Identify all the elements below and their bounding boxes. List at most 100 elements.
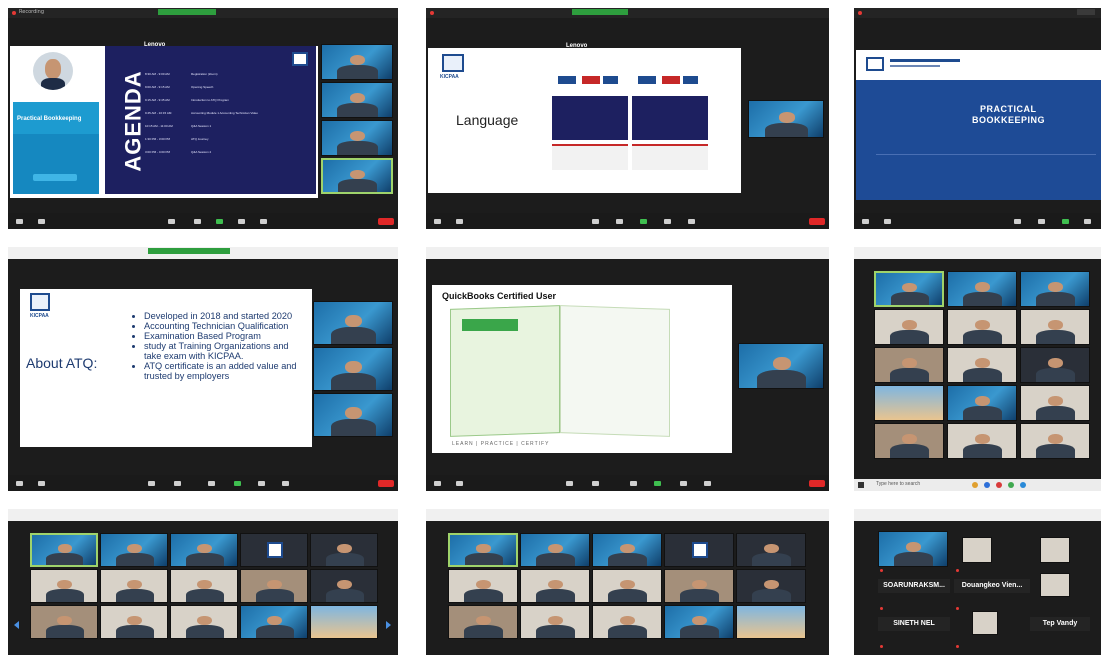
video-tile[interactable] [947, 271, 1017, 307]
video-tile[interactable] [947, 423, 1017, 459]
video-tile[interactable] [310, 605, 378, 639]
video-tile[interactable] [874, 385, 944, 421]
participants-icon[interactable] [174, 481, 181, 486]
participant-name-tile[interactable]: Tep Vandy [1030, 617, 1090, 631]
video-tile[interactable] [736, 533, 806, 567]
video-tile[interactable] [448, 605, 518, 639]
share-screen-icon[interactable] [654, 481, 661, 486]
video-tile[interactable] [448, 533, 518, 567]
video-icon[interactable] [884, 219, 891, 224]
video-tile[interactable] [874, 271, 944, 307]
video-tile[interactable] [1020, 423, 1090, 459]
video-icon[interactable] [456, 219, 463, 224]
video-tile[interactable] [736, 605, 806, 639]
taskbar-app-icon[interactable] [1020, 482, 1026, 488]
video-tile-logo[interactable] [240, 533, 308, 567]
chat-icon[interactable] [208, 481, 215, 486]
end-meeting-button[interactable] [809, 480, 825, 487]
participants-icon[interactable] [168, 219, 175, 224]
video-tile[interactable] [321, 82, 393, 118]
video-tile[interactable] [947, 309, 1017, 345]
video-tile[interactable] [100, 533, 168, 567]
video-tile[interactable] [1020, 385, 1090, 421]
video-icon[interactable] [38, 481, 45, 486]
taskbar-app-icon[interactable] [1008, 482, 1014, 488]
participant-name-tile[interactable]: Douangkeo Vien... [954, 579, 1030, 593]
record-icon[interactable] [1084, 219, 1091, 224]
sharing-banner[interactable] [148, 248, 230, 254]
video-tile[interactable] [874, 347, 944, 383]
end-meeting-button[interactable] [378, 480, 394, 487]
taskbar-app-icon[interactable] [996, 482, 1002, 488]
video-tile-active-speaker[interactable] [748, 100, 824, 138]
video-tile[interactable] [310, 569, 378, 603]
register-button[interactable] [33, 174, 77, 181]
participants-icon[interactable] [592, 219, 599, 224]
share-screen-icon[interactable] [234, 481, 241, 486]
chat-icon[interactable] [630, 481, 637, 486]
video-tile-active-speaker[interactable] [321, 158, 393, 194]
video-tile[interactable] [321, 120, 393, 156]
video-tile[interactable] [1040, 537, 1070, 563]
record-icon[interactable] [258, 481, 265, 486]
video-tile[interactable] [1020, 271, 1090, 307]
video-icon[interactable] [38, 219, 45, 224]
video-tile[interactable] [878, 531, 948, 567]
video-tile[interactable] [1020, 347, 1090, 383]
video-tile-active-speaker[interactable] [738, 343, 824, 389]
record-icon[interactable] [680, 481, 687, 486]
video-icon[interactable] [456, 481, 463, 486]
video-tile[interactable] [874, 423, 944, 459]
end-meeting-button[interactable] [809, 218, 825, 225]
mute-icon[interactable] [862, 219, 869, 224]
taskbar-app-icon[interactable] [972, 482, 978, 488]
video-tile[interactable] [520, 533, 590, 567]
video-tile[interactable] [321, 44, 393, 80]
video-tile[interactable] [520, 569, 590, 603]
video-tile[interactable] [170, 605, 238, 639]
reactions-icon[interactable] [260, 219, 267, 224]
video-tile[interactable] [972, 611, 998, 635]
video-tile-logo[interactable] [664, 533, 734, 567]
video-tile[interactable] [1040, 573, 1070, 597]
prev-page-arrow[interactable] [14, 621, 19, 629]
taskbar-app-icon[interactable] [984, 482, 990, 488]
video-tile[interactable] [962, 537, 992, 563]
record-icon[interactable] [238, 219, 245, 224]
mute-icon[interactable] [16, 219, 23, 224]
video-tile[interactable] [313, 393, 393, 437]
share-screen-icon[interactable] [216, 219, 223, 224]
reactions-icon[interactable] [688, 219, 695, 224]
video-tile[interactable] [240, 605, 308, 639]
video-tile[interactable] [664, 605, 734, 639]
view-toggle[interactable] [1077, 9, 1095, 15]
video-tile[interactable] [736, 569, 806, 603]
next-page-arrow[interactable] [386, 621, 391, 629]
video-tile[interactable] [1020, 309, 1090, 345]
video-tile[interactable] [30, 533, 98, 567]
sharing-banner[interactable] [158, 9, 216, 15]
video-tile[interactable] [520, 605, 590, 639]
video-tile[interactable] [100, 569, 168, 603]
taskbar-search-box[interactable]: Type here to search [876, 481, 920, 487]
chat-icon[interactable] [616, 219, 623, 224]
security-icon[interactable] [148, 481, 155, 486]
video-tile[interactable] [170, 533, 238, 567]
video-tile[interactable] [592, 569, 662, 603]
participants-icon[interactable] [1014, 219, 1021, 224]
video-tile[interactable] [240, 569, 308, 603]
participant-name-tile[interactable]: SOARUNRAKSM... [878, 579, 950, 593]
security-icon[interactable] [566, 481, 573, 486]
sharing-banner[interactable] [572, 9, 628, 15]
end-meeting-button[interactable] [378, 218, 394, 225]
video-tile[interactable] [874, 309, 944, 345]
participant-name-tile[interactable]: SINETH NEL [878, 617, 950, 631]
video-tile[interactable] [664, 569, 734, 603]
windows-start-icon[interactable] [858, 482, 864, 488]
video-tile[interactable] [170, 569, 238, 603]
video-tile[interactable] [310, 533, 378, 567]
video-tile[interactable] [313, 301, 393, 345]
share-screen-icon[interactable] [640, 219, 647, 224]
video-tile[interactable] [100, 605, 168, 639]
video-tile[interactable] [448, 569, 518, 603]
